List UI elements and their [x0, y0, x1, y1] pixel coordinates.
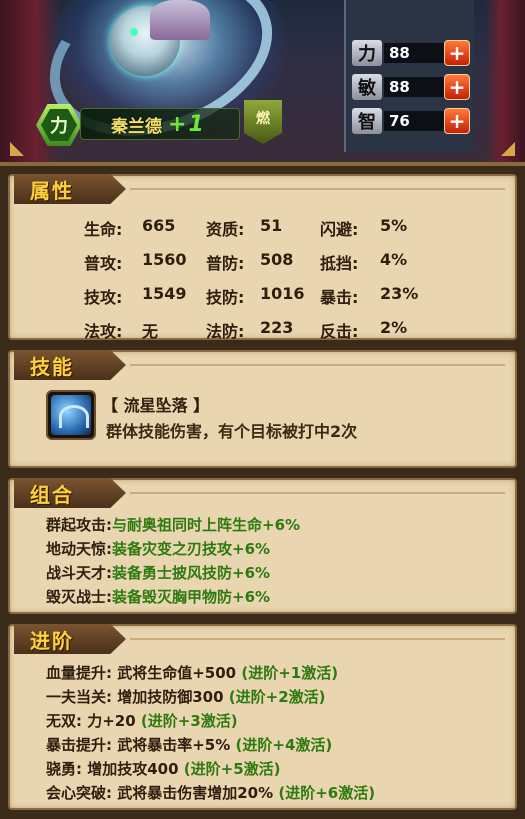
attr-aptitude-label: 资质: — [206, 220, 245, 239]
attr-row: 普攻: 1560 普防: 508 抵挡: 4% — [84, 250, 464, 274]
attr-normal-def-value: 508 — [260, 250, 294, 269]
advance-section: 进阶 血量提升: 武将生命值+500 (进阶+1激活) 一夫当关: 增加技防御3… — [8, 624, 517, 810]
attr-counter-label: 反击: — [320, 322, 359, 341]
frame-corner-left — [10, 142, 24, 156]
advance-item: 骁勇: 增加技攻400 (进阶+5激活) — [46, 760, 281, 778]
attr-magic-atk-label: 法攻: — [84, 322, 123, 341]
advance-item: 暴击提升: 武将暴击率+5% (进阶+4激活) — [46, 736, 333, 754]
hero-panel: 力 秦兰德 + 1 燃 力 88 + 敏 88 + 智 76 + — [0, 0, 525, 166]
attr-row: 生命: 665 资质: 51 闪避: 5% — [84, 216, 464, 240]
hero-rider — [150, 0, 210, 40]
add-intellect-button[interactable]: + — [444, 108, 470, 134]
stat-row-strength: 力 88 + — [352, 40, 470, 66]
attr-hp-value: 665 — [142, 216, 176, 235]
advance-item: 会心突破: 武将暴击伤害增加20% (进阶+6激活) — [46, 784, 376, 802]
skill-name: 【 流星坠落 】 — [102, 396, 210, 415]
advance-level: 1 — [188, 111, 204, 137]
skill-section: 技能 【 流星坠落 】 群体技能伤害，有个目标被打中2次 — [8, 350, 517, 468]
skill-description: 群体技能伤害，有个目标被打中2次 — [106, 422, 358, 441]
strength-value: 88 — [384, 43, 444, 63]
hero-name-plate: 秦兰德 + 1 — [80, 108, 240, 140]
divider — [130, 492, 505, 494]
advance-item: 血量提升: 武将生命值+500 (进阶+1激活) — [46, 664, 339, 682]
attr-crit-label: 暴击: — [320, 288, 359, 307]
hero-name: 秦兰德 — [111, 116, 162, 137]
agility-icon: 敏 — [352, 74, 382, 100]
class-badge: 力 — [36, 104, 82, 146]
combo-tab: 组合 — [14, 478, 126, 508]
attr-crit-value: 23% — [380, 284, 419, 303]
attr-row: 法攻: 无 法防: 223 反击: 2% — [84, 318, 464, 342]
attr-row: 技攻: 1549 技防: 1016 暴击: 23% — [84, 284, 464, 308]
attr-normal-atk-label: 普攻: — [84, 254, 123, 273]
combo-item: 毁灭战士:装备毁灭胸甲物防+6% — [46, 588, 271, 606]
class-icon: 力 — [41, 109, 77, 141]
add-strength-button[interactable]: + — [444, 40, 470, 66]
attr-dodge-label: 闪避: — [320, 220, 359, 239]
advance-item: 无双: 力+20 (进阶+3激活) — [46, 712, 238, 730]
burn-badge-icon[interactable]: 燃 — [244, 100, 282, 144]
skill-tab: 技能 — [14, 350, 126, 380]
attr-block-value: 4% — [380, 250, 408, 269]
advance-item: 一夫当关: 增加技防御300 (进阶+2激活) — [46, 688, 326, 706]
combo-item: 地动天惊:装备灾变之刃技攻+6% — [46, 540, 271, 558]
attr-dodge-value: 5% — [380, 216, 408, 235]
advance-tab: 进阶 — [14, 624, 126, 654]
curtain-right — [485, 0, 525, 162]
detail-body: 属性 生命: 665 资质: 51 闪避: 5% 普攻: 1560 普防: 50… — [0, 166, 525, 819]
attr-block-label: 抵挡: — [320, 254, 359, 273]
divider — [130, 188, 505, 190]
attr-aptitude-value: 51 — [260, 216, 283, 235]
add-agility-button[interactable]: + — [444, 74, 470, 100]
combo-section: 组合 群起攻击:与耐奥祖同时上阵生命+6% 地动天惊:装备灾变之刃技攻+6% 战… — [8, 478, 517, 614]
attr-magic-atk-value: 无 — [142, 322, 159, 341]
combo-item: 战斗天才:装备勇士披风技防+6% — [46, 564, 271, 582]
stat-row-agility: 敏 88 + — [352, 74, 470, 100]
attr-skill-atk-value: 1549 — [142, 284, 187, 303]
attributes-tab: 属性 — [14, 174, 126, 204]
plus-icon: + — [168, 111, 187, 137]
divider — [130, 638, 505, 640]
attr-skill-def-label: 技防: — [206, 288, 245, 307]
divider — [130, 364, 505, 366]
attr-skill-atk-label: 技攻: — [84, 288, 123, 307]
attr-counter-value: 2% — [380, 318, 408, 337]
attributes-section: 属性 生命: 665 资质: 51 闪避: 5% 普攻: 1560 普防: 50… — [8, 174, 517, 342]
intellect-value: 76 — [384, 111, 444, 131]
intellect-icon: 智 — [352, 108, 382, 134]
attr-magic-def-value: 223 — [260, 318, 294, 337]
attr-skill-def-value: 1016 — [260, 284, 305, 303]
frame-corner-right — [501, 142, 515, 156]
combo-item: 群起攻击:与耐奥祖同时上阵生命+6% — [46, 516, 301, 534]
agility-value: 88 — [384, 77, 444, 97]
stat-row-intellect: 智 76 + — [352, 108, 470, 134]
attr-magic-def-label: 法防: — [206, 322, 245, 341]
strength-icon: 力 — [352, 40, 382, 66]
attr-hp-label: 生命: — [84, 220, 123, 239]
skill-icon[interactable] — [46, 390, 96, 440]
attr-normal-atk-value: 1560 — [142, 250, 187, 269]
attr-normal-def-label: 普防: — [206, 254, 245, 273]
